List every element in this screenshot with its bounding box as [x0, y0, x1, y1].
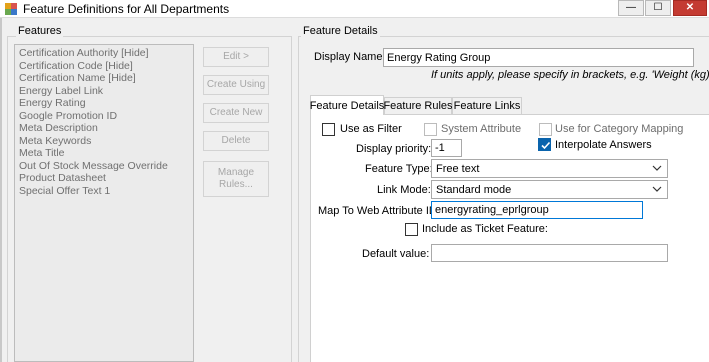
feature-details-group-label: Feature Details: [301, 25, 380, 37]
use-as-filter-checkbox[interactable]: [322, 123, 335, 136]
default-value-label: Default value:: [362, 248, 430, 260]
interpolate-answers-label: Interpolate Answers: [555, 139, 652, 151]
display-priority-label: Display priority:: [356, 143, 432, 155]
create-using-button[interactable]: Create Using: [203, 75, 269, 95]
list-item[interactable]: Out Of Stock Message Override: [19, 160, 189, 173]
use-as-filter-label: Use as Filter: [340, 123, 402, 135]
link-mode-label: Link Mode:: [377, 184, 431, 196]
create-new-button[interactable]: Create New: [203, 103, 269, 123]
interpolate-answers-checkbox[interactable]: [538, 138, 551, 151]
list-item[interactable]: Product Datasheet: [19, 172, 189, 185]
manage-rules-label-line2: Rules...: [219, 179, 253, 190]
checkmark-icon: [541, 141, 551, 150]
feature-type-label: Feature Type:: [365, 163, 433, 175]
list-item[interactable]: Certification Code [Hide]: [19, 60, 189, 73]
minimize-button[interactable]: —: [618, 0, 644, 16]
link-mode-value: Standard mode: [436, 183, 512, 196]
map-web-attribute-label: Map To Web Attribute ID:: [318, 205, 440, 217]
list-item[interactable]: Certification Authority [Hide]: [19, 47, 189, 60]
chevron-down-icon: [652, 165, 662, 171]
window-left-border: [0, 18, 2, 362]
display-priority-input[interactable]: -1: [431, 139, 462, 157]
list-item[interactable]: Special Offer Text 1: [19, 185, 189, 198]
default-value-input[interactable]: [431, 244, 668, 262]
map-web-attribute-input[interactable]: energyrating_eprlgroup: [431, 201, 643, 219]
tab-feature-rules[interactable]: Feature Rules: [383, 97, 453, 114]
list-item[interactable]: Meta Keywords: [19, 135, 189, 148]
list-item[interactable]: Energy Label Link: [19, 85, 189, 98]
window-title: Feature Definitions for All Departments: [23, 2, 230, 16]
features-group-label: Features: [16, 25, 64, 37]
display-name-label: Display Name:: [314, 51, 386, 63]
tab-feature-links[interactable]: Feature Links: [452, 97, 522, 114]
edit-button[interactable]: Edit >: [203, 47, 269, 67]
app-icon: [5, 3, 17, 15]
use-for-category-mapping-label: Use for Category Mapping: [555, 123, 684, 135]
close-button[interactable]: ✕: [673, 0, 707, 16]
include-ticket-feature-label: Include as Ticket Feature:: [422, 223, 548, 235]
manage-rules-label-line1: Manage: [217, 167, 255, 178]
manage-rules-button[interactable]: Manage Rules...: [203, 161, 269, 197]
link-mode-select[interactable]: Standard mode: [431, 180, 668, 199]
maximize-button[interactable]: ☐: [645, 0, 671, 16]
use-for-category-mapping-checkbox[interactable]: [539, 123, 552, 136]
list-item[interactable]: Google Promotion ID: [19, 110, 189, 123]
list-item[interactable]: Meta Description: [19, 122, 189, 135]
list-item[interactable]: Energy Rating: [19, 97, 189, 110]
delete-button[interactable]: Delete: [203, 131, 269, 151]
features-list[interactable]: Certification Authority [Hide] Certificat…: [14, 44, 194, 362]
units-hint: If units apply, please specify in bracke…: [431, 69, 709, 81]
system-attribute-checkbox[interactable]: [424, 123, 437, 136]
title-bar: Feature Definitions for All Departments …: [0, 0, 709, 18]
close-icon: ✕: [685, 2, 695, 13]
minimize-icon: —: [626, 2, 636, 13]
display-name-input[interactable]: Energy Rating Group: [383, 48, 694, 67]
feature-type-value: Free text: [436, 162, 480, 175]
list-item[interactable]: Meta Title: [19, 147, 189, 160]
list-item[interactable]: Certification Name [Hide]: [19, 72, 189, 85]
system-attribute-label: System Attribute: [441, 123, 522, 135]
tab-feature-details[interactable]: Feature Details: [310, 95, 384, 115]
maximize-icon: ☐: [653, 2, 663, 13]
feature-type-select[interactable]: Free text: [431, 159, 668, 178]
include-ticket-feature-checkbox[interactable]: [405, 223, 418, 236]
chevron-down-icon: [652, 186, 662, 192]
